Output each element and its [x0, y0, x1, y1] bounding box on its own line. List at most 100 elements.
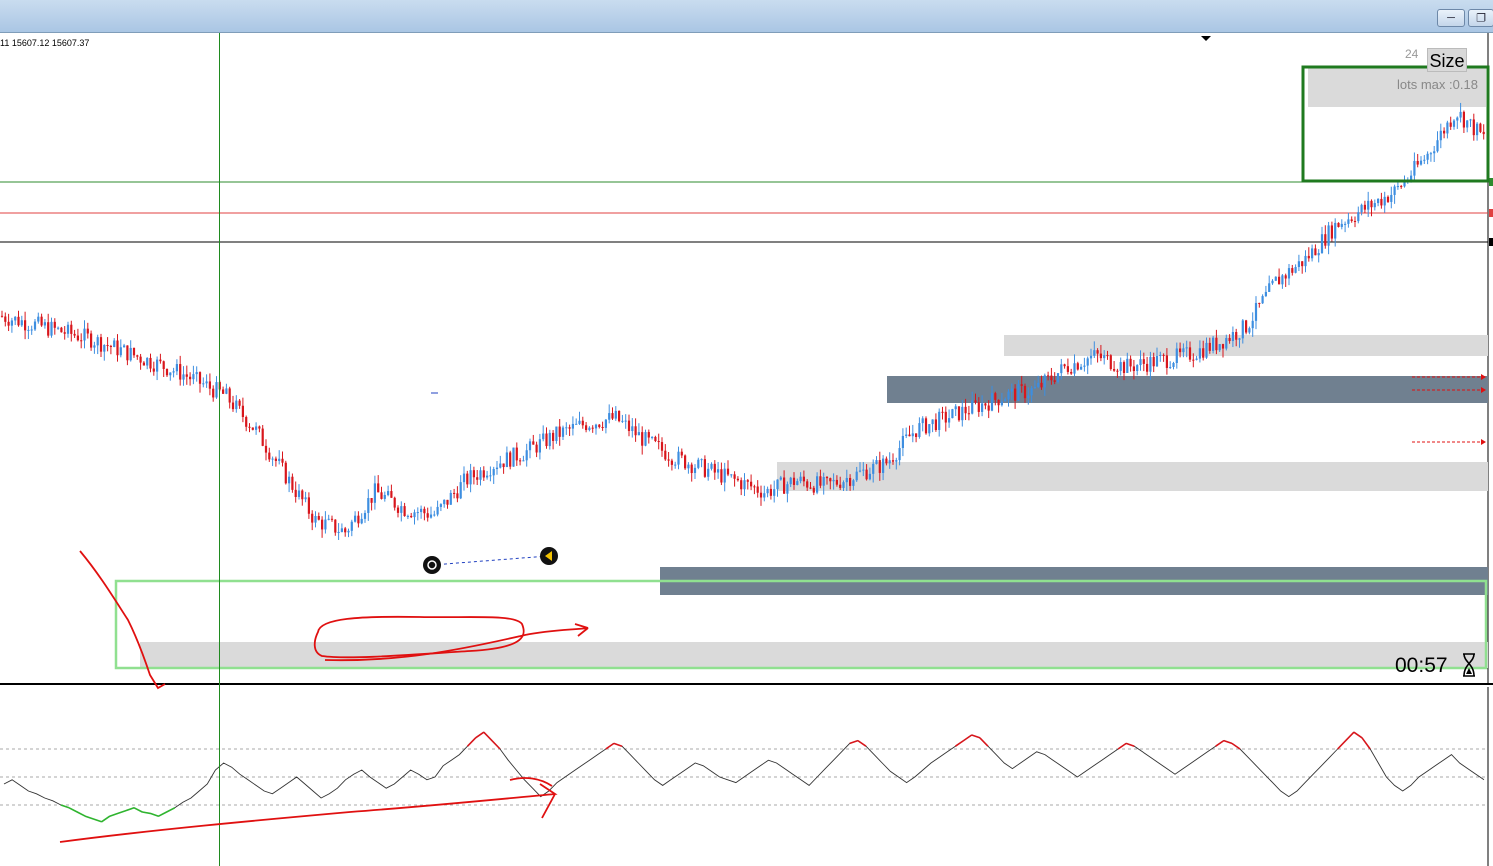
- candle-body: [621, 420, 624, 422]
- candle-body: [307, 497, 310, 514]
- candle-body: [126, 345, 129, 361]
- candle-body: [839, 484, 842, 488]
- candle-body: [1380, 198, 1383, 206]
- candle-body: [109, 345, 112, 348]
- candle-body: [1221, 344, 1225, 349]
- candle-body: [20, 320, 23, 326]
- candle-body: [1007, 391, 1010, 400]
- candle-body: [1182, 348, 1185, 353]
- candle-body: [76, 335, 79, 341]
- candle-body: [1116, 370, 1119, 372]
- candle-body: [1215, 337, 1218, 351]
- candle-body: [865, 469, 868, 480]
- candle-body: [538, 439, 541, 453]
- candle-body: [806, 481, 809, 488]
- minimize-button[interactable]: ─: [1437, 9, 1465, 27]
- candle-body: [667, 459, 670, 461]
- candle-body: [1099, 353, 1102, 359]
- candle-body: [1179, 348, 1182, 353]
- candle-body: [1307, 255, 1310, 259]
- candle-body: [208, 381, 211, 389]
- candle-body: [179, 364, 182, 380]
- candle-body: [198, 372, 202, 384]
- candle-body: [1390, 194, 1393, 202]
- candle-body: [489, 475, 492, 477]
- candle-body: [733, 474, 736, 479]
- candle-body: [783, 477, 786, 494]
- candle-body: [961, 406, 964, 421]
- candle-body: [931, 419, 934, 425]
- candle-body: [83, 328, 86, 341]
- candle-body: [736, 478, 739, 481]
- candle-body: [723, 468, 726, 483]
- candle-body: [258, 426, 261, 429]
- candle-body: [664, 450, 667, 460]
- candle-body: [136, 355, 139, 357]
- candle-body: [575, 423, 578, 425]
- candle-body: [548, 432, 551, 447]
- candle-body: [1037, 382, 1040, 387]
- candle-body: [789, 477, 792, 485]
- candle-body: [776, 479, 779, 490]
- candle-body: [1393, 186, 1396, 195]
- candle-body: [1188, 347, 1192, 360]
- candle-body: [413, 512, 416, 518]
- candle-body: [297, 490, 301, 497]
- candle-body: [515, 447, 518, 461]
- candle-body: [1443, 130, 1446, 134]
- candle-body: [957, 406, 961, 421]
- candle-body: [819, 476, 822, 486]
- price-chart[interactable]: [0, 33, 1493, 685]
- candle-body: [1476, 123, 1479, 136]
- candle-body: [505, 452, 508, 468]
- candle-body: [1020, 384, 1023, 386]
- price-tag-green: [1489, 178, 1493, 186]
- candle-body: [545, 433, 548, 447]
- candle-body: [139, 356, 142, 363]
- candle-body: [159, 359, 162, 362]
- candle-body: [123, 345, 126, 348]
- candle-body: [908, 434, 911, 437]
- candle-body: [129, 347, 132, 361]
- candle-body: [311, 513, 314, 523]
- oscillator-pane[interactable]: [0, 687, 1493, 866]
- candle-body: [825, 477, 829, 479]
- size-button[interactable]: Size: [1427, 48, 1467, 72]
- candle-body: [1086, 358, 1089, 366]
- candle-body: [106, 345, 109, 347]
- candle-body: [90, 333, 93, 348]
- candle-body: [1192, 359, 1195, 361]
- candle-body: [710, 463, 713, 469]
- candle-body: [1482, 131, 1485, 135]
- hourglass-icon: [1463, 653, 1475, 677]
- candle-body: [14, 316, 17, 321]
- candle-body: [406, 515, 409, 517]
- candle-body: [1132, 366, 1135, 372]
- candle-body: [509, 452, 512, 467]
- restore-button[interactable]: ❐: [1468, 9, 1493, 27]
- candle-body: [878, 460, 881, 473]
- candle-body: [499, 463, 502, 468]
- candle-body: [1195, 358, 1198, 360]
- price-tag-red: [1489, 209, 1493, 217]
- candle-body: [598, 424, 601, 428]
- candle-body: [1416, 160, 1419, 165]
- candle-body: [684, 455, 687, 469]
- candle-body: [568, 427, 571, 429]
- candle-body: [578, 420, 581, 424]
- candle-body: [763, 493, 766, 498]
- candle-body: [1278, 276, 1281, 285]
- candle-body: [1113, 369, 1116, 371]
- candle-body: [845, 477, 848, 483]
- candle-body: [1218, 344, 1221, 351]
- candle-body: [189, 376, 192, 380]
- candle-body: [1261, 296, 1264, 304]
- candle-body: [73, 333, 76, 336]
- candle-body: [971, 400, 974, 414]
- candle-body: [522, 460, 525, 462]
- candle-body: [1357, 212, 1360, 222]
- candle-body: [443, 499, 446, 505]
- candle-body: [116, 340, 119, 356]
- candle-body: [799, 476, 802, 482]
- candle-body: [1291, 268, 1294, 273]
